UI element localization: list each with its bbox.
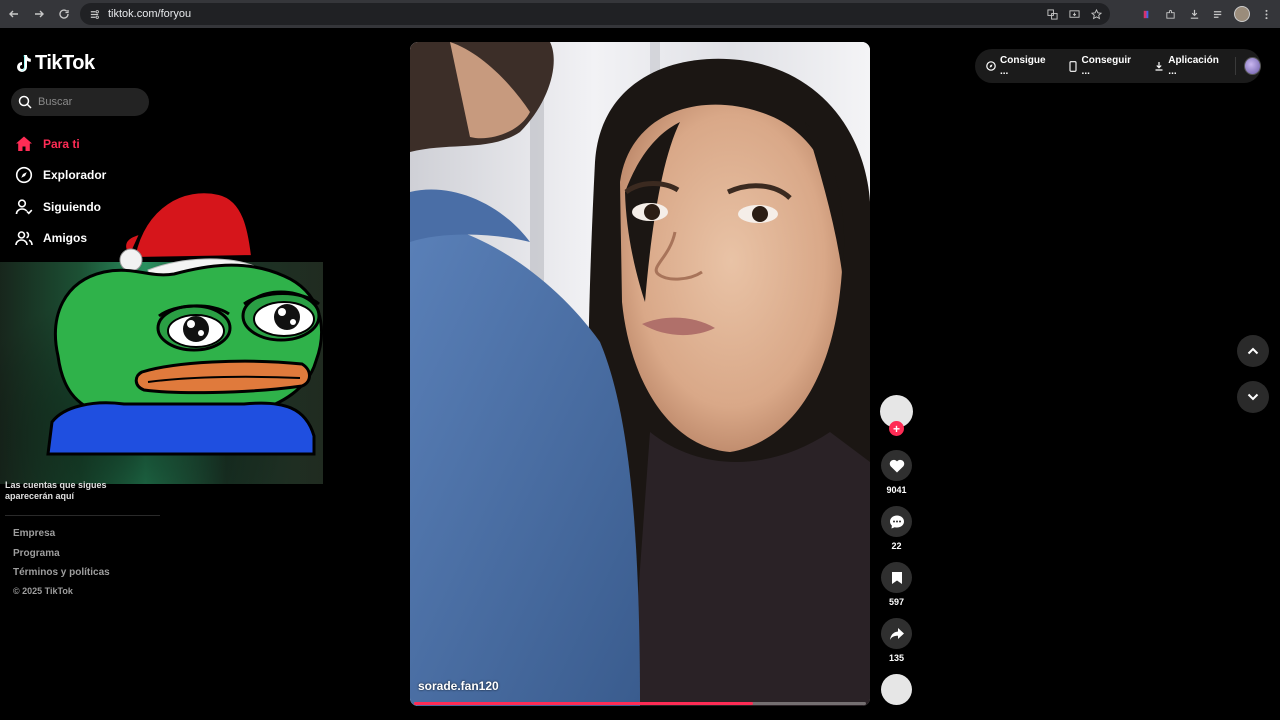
chevron-down-icon — [1247, 393, 1259, 401]
comment-count: 22 — [891, 541, 902, 551]
comment-button[interactable] — [881, 506, 912, 537]
video-progress-fill — [414, 702, 753, 705]
url-text[interactable]: tiktok.com/foryou — [108, 8, 191, 20]
video-progress-bar[interactable] — [414, 702, 866, 705]
user-avatar[interactable] — [1244, 57, 1261, 75]
phone-icon — [1068, 60, 1077, 72]
extension-icon[interactable] — [1138, 6, 1154, 22]
get-coins-button[interactable]: Consigue ... — [986, 55, 1051, 77]
video-author-name[interactable]: sorade.fan120 — [418, 679, 499, 693]
downloads-icon[interactable] — [1186, 6, 1202, 22]
footer-link-empresa[interactable]: Empresa — [13, 527, 110, 547]
friends-icon — [15, 229, 33, 247]
install-app-icon[interactable] — [1066, 6, 1082, 22]
logo-text: TikTok — [35, 52, 95, 74]
follow-plus-icon[interactable]: + — [889, 421, 904, 436]
extensions-puzzle-icon[interactable] — [1162, 6, 1178, 22]
sidebar-item-label: Explorador — [43, 168, 107, 183]
share-button[interactable] — [881, 618, 912, 649]
browser-toolbar: tiktok.com/foryou — [0, 0, 1280, 28]
like-button[interactable] — [881, 450, 912, 481]
chevron-up-icon — [1247, 347, 1259, 355]
back-icon[interactable] — [3, 3, 25, 25]
download-app-button[interactable]: Aplicación ... — [1154, 55, 1224, 77]
save-button[interactable] — [881, 562, 912, 593]
address-bar[interactable]: tiktok.com/foryou — [80, 3, 1110, 25]
search-box[interactable] — [11, 88, 149, 116]
site-info-icon[interactable] — [86, 6, 102, 22]
compass-icon — [15, 166, 33, 184]
sidebar-footer: Empresa Programa Términos y políticas © … — [13, 527, 110, 596]
get-app-label: Conseguir ... — [1081, 55, 1131, 77]
home-icon — [15, 135, 33, 153]
tiktok-note-icon — [17, 54, 31, 72]
translate-icon[interactable] — [1044, 6, 1060, 22]
share-arrow-icon — [889, 627, 904, 640]
coin-icon — [986, 61, 996, 71]
forward-icon[interactable] — [28, 3, 50, 25]
video-player[interactable] — [410, 42, 870, 706]
search-input[interactable] — [38, 96, 138, 108]
following-note: Las cuentas que sigues aparecerán aquí — [5, 480, 107, 501]
previous-video-button[interactable] — [1237, 335, 1269, 367]
bookmark-star-icon[interactable] — [1088, 6, 1104, 22]
profile-avatar[interactable] — [1234, 6, 1250, 22]
browser-menu-icon[interactable] — [1258, 6, 1274, 22]
sidebar-item-label: Para ti — [43, 136, 80, 151]
video-actions: + 9041 22 597 135 — [880, 395, 913, 705]
heart-icon — [889, 459, 904, 472]
reload-icon[interactable] — [53, 3, 75, 25]
get-coins-label: Consigue ... — [1000, 55, 1046, 77]
next-video-button[interactable] — [1237, 381, 1269, 413]
sidebar-item-para-ti[interactable]: Para ti — [15, 128, 106, 160]
comment-icon — [889, 515, 904, 528]
creator-avatar[interactable]: + — [880, 395, 913, 436]
frog-sticker — [46, 191, 323, 456]
download-icon — [1154, 61, 1164, 71]
media-controls-icon[interactable] — [1210, 6, 1226, 22]
video-frame — [410, 42, 870, 706]
tiktok-logo[interactable]: TikTok — [16, 52, 95, 75]
copyright: © 2025 TikTok — [13, 585, 73, 596]
get-app-button[interactable]: Conseguir ... — [1068, 55, 1137, 77]
footer-link-programa[interactable]: Programa — [13, 547, 110, 567]
bookmark-icon — [891, 571, 902, 584]
music-disc[interactable] — [881, 674, 912, 705]
sidebar-divider — [5, 515, 160, 516]
search-icon — [18, 95, 32, 109]
header-actions: Consigue ... Conseguir ... Aplicación ..… — [975, 49, 1261, 83]
like-count: 9041 — [886, 485, 907, 495]
download-app-label: Aplicación ... — [1168, 55, 1219, 77]
save-count: 597 — [888, 597, 905, 607]
footer-link-terminos[interactable]: Términos y políticas — [13, 566, 110, 586]
header-divider — [1235, 57, 1237, 75]
user-follow-icon — [15, 198, 33, 216]
share-count: 135 — [888, 653, 905, 663]
